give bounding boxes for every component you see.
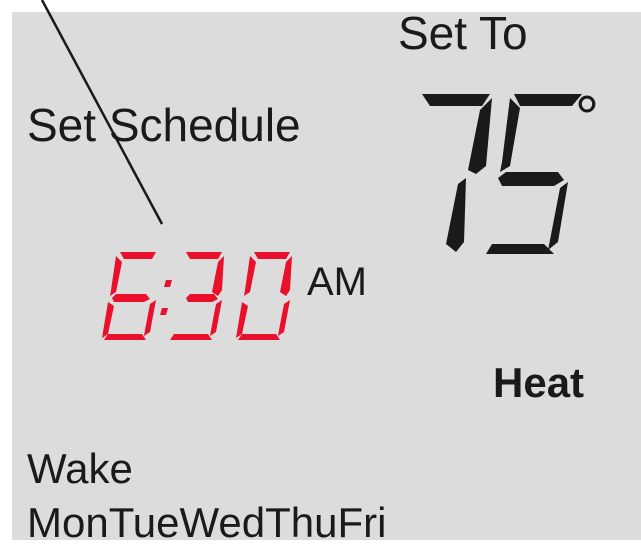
time-digit-3 — [170, 252, 224, 340]
setpoint-digit-5 — [486, 94, 582, 254]
degree-symbol: ° — [575, 84, 599, 151]
schedule-period-label: Wake — [27, 445, 133, 492]
schedule-days-label: MonTueWedThuFri — [27, 499, 387, 546]
time-digit-0 — [236, 252, 292, 340]
system-mode-indicator: Heat — [493, 359, 585, 406]
time-digit-6 — [102, 252, 156, 340]
am-pm-indicator: AM — [307, 260, 367, 304]
setpoint-temperature — [422, 94, 582, 254]
time-colon — [160, 280, 172, 315]
set-to-label: Set To — [398, 7, 528, 59]
schedule-time — [102, 252, 292, 340]
setpoint-digit-7 — [422, 94, 492, 252]
set-schedule-label: Set Schedule — [27, 99, 301, 151]
